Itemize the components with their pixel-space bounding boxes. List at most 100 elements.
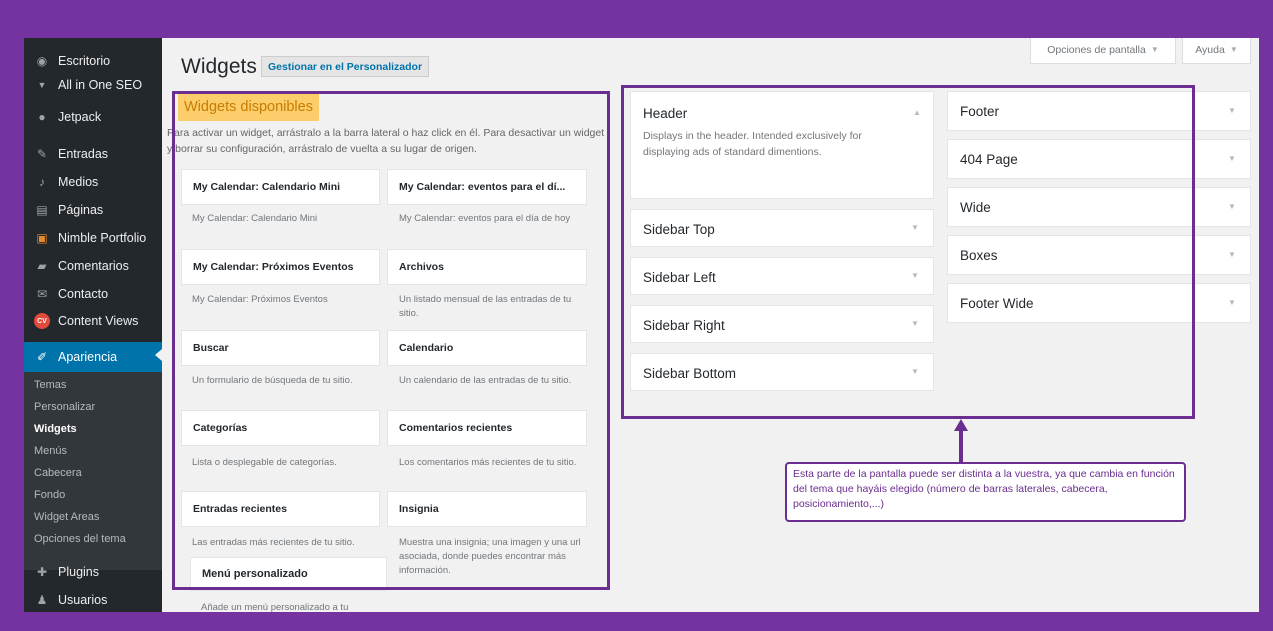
dropdown-triangle-icon: ▼ [1150,45,1159,54]
help-button[interactable]: Ayuda ▼ [1182,38,1251,64]
widget-area-header[interactable]: Header ▲ Displays in the header. Intende… [630,91,934,199]
widget-area-sidebar-left[interactable]: Sidebar Left ▼ [630,257,934,295]
portfolio-icon: ▣ [36,231,48,245]
content-views-badge: CV [34,313,50,329]
widget-area-description: Displays in the header. Intended exclusi… [643,130,862,158]
widget-card[interactable]: Insignia [387,491,587,527]
widget-area-name: Footer Wide [960,296,1034,311]
submenu-item-widgets[interactable]: Widgets [34,423,77,435]
widget-description: Lista o desplegable de categorías. [192,457,337,468]
widget-area-name: Sidebar Bottom [643,366,737,381]
brush-icon: ✐ [36,350,48,364]
menu-item-plugins[interactable]: ✚ Plugins [24,559,162,585]
widget-card[interactable]: Comentarios recientes [387,410,587,446]
screen-options-button[interactable]: Opciones de pantalla ▼ [1030,38,1176,64]
annotation-note: Esta parte de la pantalla puede ser dist… [785,462,1186,522]
widget-area-sidebar-top[interactable]: Sidebar Top ▼ [630,209,934,247]
menu-item-contacto[interactable]: ✉ Contacto [24,281,162,307]
submenu-item-opciones-del-tema[interactable]: Opciones del tema [34,533,126,545]
widget-area-name: 404 Page [960,152,1018,167]
widget-area-wide[interactable]: Wide ▼ [947,187,1251,227]
widget-card[interactable]: Buscar [181,330,380,366]
submenu-item-temas[interactable]: Temas [34,379,66,391]
jetpack-icon: ● [38,110,46,124]
mail-icon: ✉ [36,287,48,301]
widget-card[interactable]: Categorías [181,410,380,446]
expand-arrow-icon[interactable]: ▼ [911,367,919,376]
widget-description: Muestra una insignia; una imagen y una u… [399,537,581,576]
menu-item-jetpack[interactable]: ● Jetpack [24,104,162,130]
widget-card[interactable]: My Calendar: eventos para el dí... [387,169,587,205]
menu-label: Medios [58,175,99,189]
expand-arrow-icon[interactable]: ▼ [1228,154,1236,163]
menu-label: Escritorio [58,54,111,68]
help-label: Ayuda [1195,43,1225,56]
manage-in-customizer-button[interactable]: Gestionar en el Personalizador [261,56,430,77]
media-icon: ♪ [39,175,45,189]
menu-item-apariencia[interactable]: ✐ Apariencia [24,342,162,372]
frame-top [0,0,1273,38]
annotation-arrow-shaft [959,430,963,462]
widget-area-sidebar-bottom[interactable]: Sidebar Bottom ▼ [630,353,934,391]
expand-arrow-icon[interactable]: ▼ [1228,202,1236,211]
widget-area-footer[interactable]: Footer ▼ [947,91,1251,131]
widget-card[interactable]: Calendario [387,330,587,366]
widget-card[interactable]: My Calendar: Próximos Eventos [181,249,380,285]
widget-area-name: Footer [960,104,1000,119]
menu-item-paginas[interactable]: ▤ Páginas [24,197,162,223]
widget-card[interactable]: My Calendar: Calendario Mini [181,169,380,205]
widget-description: My Calendar: Próximos Eventos [192,294,328,305]
menu-item-nimble-portfolio[interactable]: ▣ Nimble Portfolio [24,225,162,251]
menu-item-medios[interactable]: ♪ Medios [24,169,162,195]
menu-item-usuarios[interactable]: ♟ Usuarios [24,587,162,612]
widget-area-sidebar-right[interactable]: Sidebar Right ▼ [630,305,934,343]
widget-area-name: Sidebar Left [643,270,716,285]
collapse-arrow-icon[interactable]: ▲ [913,108,921,117]
widget-card[interactable]: Archivos [387,249,587,285]
menu-item-content-views[interactable]: CV Content Views [24,308,162,334]
submenu-item-fondo[interactable]: Fondo [34,489,65,501]
menu-label: All in One SEO [58,78,143,92]
menu-item-entradas[interactable]: ✎ Entradas [24,141,162,167]
widget-description: Un calendario de las entradas de tu siti… [399,375,572,386]
user-icon: ♟ [36,593,48,607]
available-widgets-title: Widgets disponibles [178,93,319,121]
available-widgets-description: Para activar un widget, arrástralo a la … [167,127,605,155]
widget-card[interactable]: Menú personalizado [190,557,387,591]
submenu-item-personalizar[interactable]: Personalizar [34,401,95,413]
frame-left [0,0,24,631]
widget-card[interactable]: Entradas recientes [181,491,380,527]
expand-arrow-icon[interactable]: ▼ [911,271,919,280]
submenu-item-widget-areas[interactable]: Widget Areas [34,511,99,523]
widget-area-name: Sidebar Right [643,318,725,333]
widget-description: Las entradas más recientes de tu sitio. [192,537,355,548]
widget-area-404-page[interactable]: 404 Page ▼ [947,139,1251,179]
frame-right [1259,0,1273,631]
comments-icon: ▰ [37,259,47,273]
expand-arrow-icon[interactable]: ▼ [1228,250,1236,259]
widget-area-name: Header [643,106,688,121]
menu-label: Apariencia [58,350,118,364]
widget-area-name: Boxes [960,248,998,263]
menu-label: Content Views [58,314,139,328]
plugin-icon: ✚ [36,565,48,579]
admin-sidebar: Temas Personalizar Widgets Menús Cabecer… [24,38,162,612]
widget-description: Un formulario de búsqueda de tu sitio. [192,375,353,386]
menu-label: Usuarios [58,593,108,607]
widget-area-boxes[interactable]: Boxes ▼ [947,235,1251,275]
widget-area-footer-wide[interactable]: Footer Wide ▼ [947,283,1251,323]
menu-item-escritorio[interactable]: ◉ Escritorio [24,48,162,74]
submenu-item-cabecera[interactable]: Cabecera [34,467,82,479]
widget-description: My Calendar: Calendario Mini [192,213,318,224]
widget-description: Un listado mensual de las entradas de tu… [399,294,572,319]
menu-item-all-in-one-seo[interactable]: ▼ All in One SEO [24,76,162,94]
expand-arrow-icon[interactable]: ▼ [911,319,919,328]
submenu-item-menus[interactable]: Menús [34,445,67,457]
admin-screen: Temas Personalizar Widgets Menús Cabecer… [24,38,1259,612]
menu-item-comentarios[interactable]: ▰ Comentarios [24,253,162,279]
expand-arrow-icon[interactable]: ▼ [1228,298,1236,307]
menu-label: Entradas [58,147,109,161]
expand-arrow-icon[interactable]: ▼ [911,223,919,232]
dashboard-icon: ◉ [36,54,48,68]
expand-arrow-icon[interactable]: ▼ [1228,106,1236,115]
